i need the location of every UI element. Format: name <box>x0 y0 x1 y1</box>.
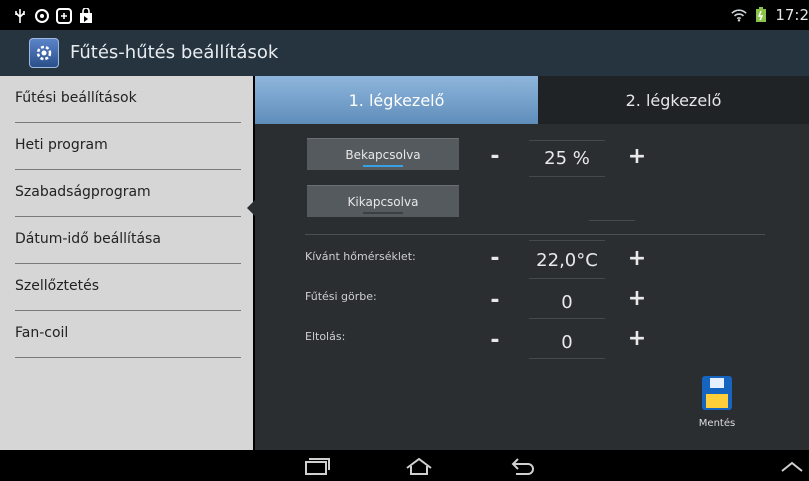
on-button[interactable]: Bekapcsolva <box>307 138 459 170</box>
divider <box>15 357 241 358</box>
desired-temp-label: Kívánt hőmérséklet: <box>305 250 416 263</box>
heating-curve-label: Fűtési görbe: <box>305 290 377 303</box>
battery-icon <box>753 7 769 23</box>
status-clock: 17:2 <box>775 6 809 24</box>
curve-increase-button[interactable]: + <box>627 288 647 310</box>
save-label: Mentés <box>698 418 736 429</box>
offset-decrease-button[interactable]: - <box>485 330 505 352</box>
tab-air-handler-2[interactable]: 2. légkezelő <box>538 76 809 124</box>
offset-label: Eltolás: <box>305 330 346 343</box>
divider <box>529 318 605 319</box>
tab-bar: 1. légkezelő 2. légkezelő <box>255 76 809 124</box>
selection-indicator <box>247 200 255 216</box>
save-button[interactable]: Mentés <box>692 376 742 429</box>
divider <box>529 358 605 359</box>
power-decrease-button[interactable]: - <box>485 146 505 168</box>
divider <box>529 240 605 241</box>
power-increase-button[interactable]: + <box>627 146 647 168</box>
sidebar-item-label: Heti program <box>15 137 108 153</box>
back-icon[interactable] <box>508 456 538 480</box>
desired-temp-value: 22,0°C <box>536 250 598 271</box>
sidebar-item-label: Fűtési beállítások <box>15 90 137 106</box>
sidebar-item-holiday-program[interactable]: Szabadságprogram <box>15 170 241 217</box>
temp-decrease-button[interactable]: - <box>485 248 505 270</box>
on-indicator <box>363 165 403 167</box>
sidebar-item-label: Szellőztetés <box>15 278 100 294</box>
sidebar-item-date-time[interactable]: Dátum-idő beállítása <box>15 217 241 264</box>
divider <box>589 220 635 221</box>
off-button[interactable]: Kikapcsolva <box>307 185 459 217</box>
sidebar-item-label: Dátum-idő beállítása <box>15 231 161 247</box>
sidebar: Fűtési beállítások Heti program Szabadsá… <box>0 76 253 450</box>
navigation-bar <box>0 450 809 481</box>
recent-apps-icon[interactable] <box>302 456 332 480</box>
tab-air-handler-1[interactable]: 1. légkezelő <box>255 76 538 124</box>
app-title: Fűtés-hűtés beállítások <box>70 42 279 63</box>
offset-value: 0 <box>561 332 573 353</box>
status-bar: 17:2 <box>0 0 809 30</box>
sidebar-item-heating-settings[interactable]: Fűtési beállítások <box>15 76 241 123</box>
action-bar: Fűtés-hűtés beállítások <box>0 30 809 76</box>
chevron-up-icon[interactable] <box>779 456 805 480</box>
sidebar-item-label: Szabadságprogram <box>15 184 151 200</box>
settings-app-icon[interactable] <box>29 38 59 68</box>
usb-icon <box>12 8 28 24</box>
offset-increase-button[interactable]: + <box>627 328 647 350</box>
main-panel: 1. légkezelő 2. légkezelő Bekapcsolva Ki… <box>255 76 809 450</box>
divider <box>529 278 605 279</box>
home-icon[interactable] <box>404 456 434 480</box>
section-divider <box>305 234 765 235</box>
temp-increase-button[interactable]: + <box>627 248 647 270</box>
off-indicator <box>363 212 403 214</box>
sync-icon <box>34 8 50 24</box>
wifi-icon <box>731 7 748 23</box>
sidebar-item-ventilation[interactable]: Szellőztetés <box>15 264 241 311</box>
sidebar-item-weekly-program[interactable]: Heti program <box>15 123 241 170</box>
shopping-bag-icon <box>78 8 94 24</box>
on-button-label: Bekapcsolva <box>345 147 421 162</box>
floppy-disk-icon <box>702 376 732 410</box>
power-percent-value: 25 % <box>544 148 590 169</box>
divider <box>529 176 605 177</box>
off-button-label: Kikapcsolva <box>347 194 419 209</box>
heating-curve-value: 0 <box>561 292 573 313</box>
divider <box>529 140 605 141</box>
curve-decrease-button[interactable]: - <box>485 290 505 312</box>
sidebar-item-fan-coil[interactable]: Fan-coil <box>15 311 241 358</box>
sidebar-item-label: Fan-coil <box>15 325 69 341</box>
screenshot-icon <box>56 8 72 24</box>
